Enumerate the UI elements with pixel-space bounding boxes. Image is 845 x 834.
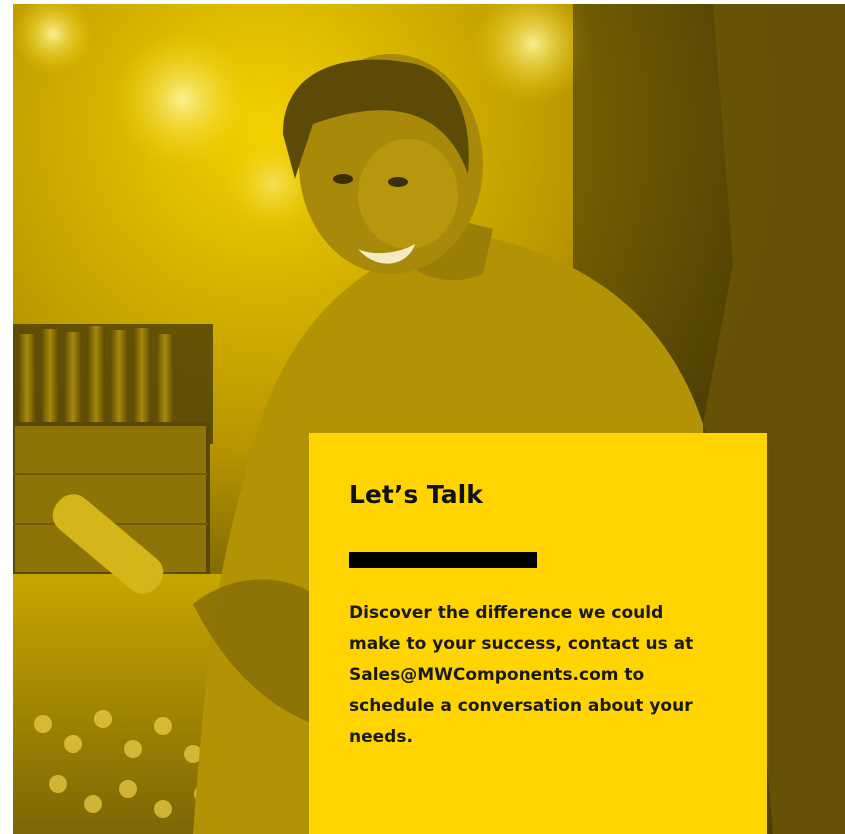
title-divider xyxy=(349,552,537,568)
card-body-text: Discover the difference we could make to… xyxy=(349,603,694,747)
hero-photo: Let’s Talk Discover the difference we co… xyxy=(13,4,845,834)
card-title: Let’s Talk xyxy=(349,480,483,509)
lets-talk-card: Let’s Talk Discover the difference we co… xyxy=(309,433,767,834)
